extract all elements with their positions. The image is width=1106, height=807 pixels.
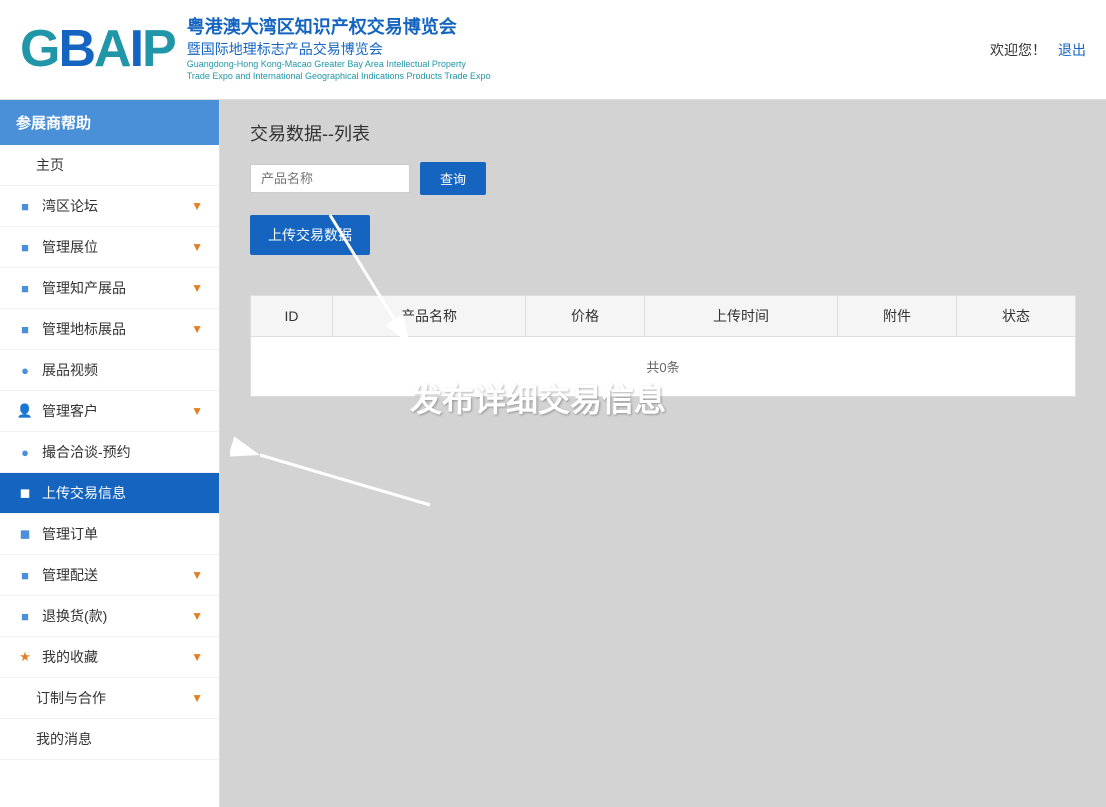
col-id: ID <box>251 296 333 337</box>
sidebar-item-manage-ip[interactable]: ■ 管理知产展品 ▼ <box>0 268 219 309</box>
logo-b: B <box>58 20 94 78</box>
sidebar-label-my-favorites: 我的收藏 <box>42 647 191 667</box>
sidebar-label-bay-forum: 湾区论坛 <box>42 196 191 216</box>
sidebar-item-my-favorites[interactable]: ★ 我的收藏 ▼ <box>0 637 219 678</box>
sidebar-item-manage-geo[interactable]: ■ 管理地标展品 ▼ <box>0 309 219 350</box>
sidebar-label-upload-trade: 上传交易信息 <box>42 483 203 503</box>
sidebar-label-home: 主页 <box>36 155 203 175</box>
sidebar-label-manage-delivery: 管理配送 <box>42 565 191 585</box>
sidebar-icon-my-favorites: ★ <box>16 648 34 666</box>
sidebar-icon-return-goods: ■ <box>16 607 34 625</box>
sidebar-label-my-messages: 我的消息 <box>36 729 203 749</box>
sidebar-label-exhibit-video: 展品视频 <box>42 360 203 380</box>
sidebar-item-customize[interactable]: 订制与合作 ▼ <box>0 678 219 719</box>
sidebar-icon-upload-trade: ◼ <box>16 484 34 502</box>
search-bar: 查询 <box>250 162 1076 195</box>
search-input[interactable] <box>250 164 410 193</box>
main-layout: 参展商帮助 主页 ■ 湾区论坛 ▼ ■ 管理展位 ▼ ■ 管理知产展品 ▼ ■ … <box>0 100 1106 807</box>
logo-area: GBAIP 粤港澳大湾区知识产权交易博览会 暨国际地理标志产品交易博览会 Gua… <box>20 16 491 83</box>
content-area: 交易数据--列表 查询 上传交易数据 ID 产品名称 价格 上传时间 附件 状态 <box>220 100 1106 807</box>
table-body: 共0条 <box>251 337 1076 397</box>
empty-row: 共0条 <box>251 337 1076 397</box>
arrow-icon-manage-ip: ▼ <box>191 281 203 295</box>
sidebar-icon-manage-delivery: ■ <box>16 566 34 584</box>
logo-g: G <box>20 20 58 78</box>
header-right: 欢迎您！ 退出 <box>990 40 1086 60</box>
logo-p: P <box>142 20 175 78</box>
sidebar-item-my-messages[interactable]: 我的消息 <box>0 719 219 760</box>
page-title: 交易数据--列表 <box>250 120 1076 146</box>
sidebar-label-manage-geo: 管理地标展品 <box>42 319 191 339</box>
sidebar-icon-manage-order: ◼ <box>16 525 34 543</box>
logo-en-text: Guangdong-Hong Kong-Macao Greater Bay Ar… <box>187 58 491 83</box>
sidebar-label-manage-customer: 管理客户 <box>42 401 191 421</box>
sidebar-icon-bay-forum: ■ <box>16 197 34 215</box>
sidebar: 参展商帮助 主页 ■ 湾区论坛 ▼ ■ 管理展位 ▼ ■ 管理知产展品 ▼ ■ … <box>0 100 220 807</box>
welcome-text: 欢迎您！ <box>990 40 1046 60</box>
col-product-name: 产品名称 <box>332 296 525 337</box>
sidebar-icon-manage-ip: ■ <box>16 279 34 297</box>
table-wrapper: ID 产品名称 价格 上传时间 附件 状态 共0条 <box>250 295 1076 397</box>
arrow-icon-manage-customer: ▼ <box>191 404 203 418</box>
sidebar-item-manage-customer[interactable]: 👤 管理客户 ▼ <box>0 391 219 432</box>
header: GBAIP 粤港澳大湾区知识产权交易博览会 暨国际地理标志产品交易博览会 Gua… <box>0 0 1106 100</box>
sidebar-label-customize: 订制与合作 <box>36 688 191 708</box>
table-header: ID 产品名称 价格 上传时间 附件 状态 <box>251 296 1076 337</box>
sidebar-item-bay-forum[interactable]: ■ 湾区论坛 ▼ <box>0 186 219 227</box>
sidebar-label-manage-booth: 管理展位 <box>42 237 191 257</box>
col-status: 状态 <box>956 296 1075 337</box>
sidebar-item-manage-delivery[interactable]: ■ 管理配送 ▼ <box>0 555 219 596</box>
arrow-icon-return-goods: ▼ <box>191 609 203 623</box>
logo-cn-subtitle: 暨国际地理标志产品交易博览会 <box>187 40 491 58</box>
arrow-icon-manage-geo: ▼ <box>191 322 203 336</box>
col-attachment: 附件 <box>837 296 956 337</box>
sidebar-icon-manage-geo: ■ <box>16 320 34 338</box>
sidebar-icon-negotiate: ● <box>16 443 34 461</box>
sidebar-item-home[interactable]: 主页 <box>0 145 219 186</box>
arrow-icon-manage-booth: ▼ <box>191 240 203 254</box>
empty-text: 共0条 <box>251 337 1076 397</box>
upload-trade-button[interactable]: 上传交易数据 <box>250 215 370 255</box>
sidebar-label-manage-order: 管理订单 <box>42 524 203 544</box>
sidebar-item-manage-booth[interactable]: ■ 管理展位 ▼ <box>0 227 219 268</box>
logout-button[interactable]: 退出 <box>1058 40 1086 60</box>
search-button[interactable]: 查询 <box>420 162 486 195</box>
arrow-icon-manage-delivery: ▼ <box>191 568 203 582</box>
sidebar-label-return-goods: 退换货(款) <box>42 606 191 626</box>
arrow-icon-bay-forum: ▼ <box>191 199 203 213</box>
sidebar-item-manage-order[interactable]: ◼ 管理订单 <box>0 514 219 555</box>
sidebar-icon-manage-booth: ■ <box>16 238 34 256</box>
sidebar-header: 参展商帮助 <box>0 100 219 145</box>
logo-cn-title: 粤港澳大湾区知识产权交易博览会 <box>187 16 491 39</box>
col-upload-time: 上传时间 <box>644 296 837 337</box>
sidebar-item-upload-trade[interactable]: ◼ 上传交易信息 <box>0 473 219 514</box>
sidebar-item-exhibit-video[interactable]: ● 展品视频 <box>0 350 219 391</box>
logo-text: 粤港澳大湾区知识产权交易博览会 暨国际地理标志产品交易博览会 Guangdong… <box>187 16 491 83</box>
arrow-icon-my-favorites: ▼ <box>191 650 203 664</box>
arrow-icon-customize: ▼ <box>191 691 203 705</box>
logo-letters: GBAIP <box>20 23 175 75</box>
logo-a: A <box>94 20 130 78</box>
arrow-2-svg <box>230 425 450 525</box>
sidebar-item-return-goods[interactable]: ■ 退换货(款) ▼ <box>0 596 219 637</box>
sidebar-icon-manage-customer: 👤 <box>16 402 34 420</box>
sidebar-item-negotiate[interactable]: ● 撮合洽谈-预约 <box>0 432 219 473</box>
sidebar-icon-exhibit-video: ● <box>16 361 34 379</box>
col-price: 价格 <box>525 296 644 337</box>
sidebar-label-negotiate: 撮合洽谈-预约 <box>42 442 203 462</box>
logo-i: I <box>130 20 142 78</box>
data-table: ID 产品名称 价格 上传时间 附件 状态 共0条 <box>250 295 1076 397</box>
sidebar-label-manage-ip: 管理知产展品 <box>42 278 191 298</box>
